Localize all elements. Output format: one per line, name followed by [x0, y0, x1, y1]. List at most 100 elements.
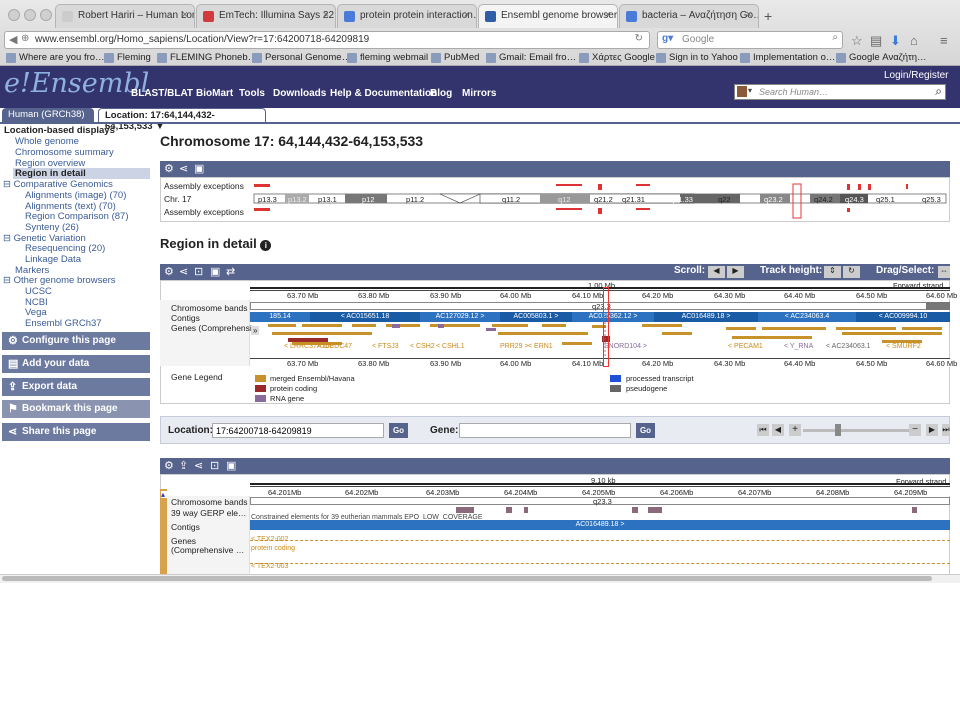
browser-tab[interactable]: bacteria – Αναζήτηση Go… ×: [619, 4, 759, 28]
expand-track-icon[interactable]: ▴: [161, 491, 167, 499]
add-data-button[interactable]: ▤ Add your data: [2, 355, 150, 373]
expand-track-icon[interactable]: »: [251, 326, 260, 335]
bookmark-page-button[interactable]: ⚑ Bookmark this page: [2, 400, 150, 418]
species-tab[interactable]: Human (GRCh38) ▼: [2, 108, 94, 131]
step-forward-icon[interactable]: ▶: [926, 424, 938, 436]
browser-tab[interactable]: Robert Hariri – Human Longev…×: [55, 4, 195, 28]
sidebar-item-whole-genome[interactable]: Whole genome: [15, 136, 79, 147]
collapse-icon[interactable]: ⊟: [3, 233, 11, 244]
dropdown-icon[interactable]: ▾: [748, 86, 752, 95]
gene-label[interactable]: < CCDC47: [318, 343, 352, 350]
sidebar-item-chromosome-summary[interactable]: Chromosome summary: [15, 147, 114, 158]
gerp-track[interactable]: [250, 506, 950, 514]
gene-label[interactable]: < CSH2: [410, 343, 435, 350]
image-export-icon[interactable]: ▣: [210, 265, 220, 278]
share-icon[interactable]: ⋖: [194, 459, 203, 472]
contig[interactable]: AC005803.1 >: [500, 312, 572, 322]
sidebar-item-synteny[interactable]: Synteny (26): [25, 222, 79, 233]
bookmark-item[interactable]: Where are you fro…: [6, 52, 105, 65]
share-icon[interactable]: ⋖: [179, 265, 188, 278]
close-tab-icon[interactable]: ×: [464, 9, 470, 21]
export-data-button[interactable]: ⇪ Export data: [2, 378, 150, 396]
bookmark-item[interactable]: Gmail: Email fro…: [486, 52, 576, 65]
close-tab-icon[interactable]: ×: [323, 9, 329, 21]
nav-blast[interactable]: BLAST/BLAT: [131, 88, 193, 99]
contig[interactable]: < AC009994.10: [856, 312, 950, 322]
contig[interactable]: < AC234063.4: [758, 312, 856, 322]
location-tab[interactable]: Location: 17:64,144,432-64,153,533 ▼: [98, 108, 266, 132]
scroll-right-button[interactable]: ▶: [727, 266, 744, 278]
close-tab-icon[interactable]: ×: [746, 9, 752, 21]
gene-label[interactable]: < TEX2-002: [251, 536, 288, 543]
home-icon[interactable]: ⌂: [910, 33, 918, 48]
gene-label[interactable]: < AC234063.1: [826, 343, 871, 350]
gear-icon[interactable]: ⚙: [164, 265, 174, 278]
back-icon[interactable]: ◀: [9, 33, 17, 46]
nav-downloads[interactable]: Downloads: [273, 88, 326, 99]
sidebar-item-linkage-data[interactable]: Linkage Data: [25, 254, 81, 265]
gene-go-button[interactable]: Go: [636, 423, 655, 438]
sidebar-item-ucsc[interactable]: UCSC: [25, 286, 52, 297]
bookmarks-icon[interactable]: ▤: [870, 33, 882, 49]
bookmark-item[interactable]: fleming webmail: [347, 52, 428, 65]
zoom-window-icon[interactable]: [40, 9, 52, 21]
gene-label[interactable]: < TEX2-003: [251, 563, 288, 570]
search-icon[interactable]: ⌕: [935, 84, 942, 99]
zoom-in-icon[interactable]: +: [789, 424, 801, 436]
gene-line[interactable]: [250, 563, 950, 564]
sidebar-item-alignments-image[interactable]: Alignments (image) (70): [25, 190, 126, 201]
resize-icon[interactable]: ⊡: [210, 459, 219, 472]
nav-biomart[interactable]: BioMart: [196, 88, 233, 99]
close-window-icon[interactable]: [8, 9, 20, 21]
sidebar-item-comparative-genomics[interactable]: ⊟ Comparative Genomics: [3, 179, 113, 190]
bookmark-item[interactable]: Sign in to Yahoo: [656, 52, 738, 65]
nav-help[interactable]: Help & Documentation: [330, 88, 437, 99]
nav-mirrors[interactable]: Mirrors: [462, 88, 496, 99]
browser-tab[interactable]: protein protein interaction… ×: [337, 4, 477, 28]
info-icon[interactable]: i: [260, 240, 272, 251]
location-input[interactable]: [212, 423, 384, 438]
contig[interactable]: 185.14: [250, 312, 310, 322]
zoom-slider[interactable]: [803, 429, 909, 432]
step-back-icon[interactable]: ◀: [772, 424, 784, 436]
gene-label[interactable]: SNORD104 >: [604, 343, 647, 350]
species-search-input[interactable]: ▾ Search Human… ⌕: [734, 84, 946, 100]
track-height-toggle[interactable]: ⇕: [824, 266, 841, 278]
sidebar-item-region-comparison[interactable]: Region Comparison (87): [25, 211, 129, 222]
close-tab-icon[interactable]: ×: [182, 9, 188, 21]
gear-icon[interactable]: ⚙: [164, 459, 174, 472]
reload-icon[interactable]: ↻: [635, 33, 643, 44]
share-icon[interactable]: ⋖: [179, 162, 188, 175]
configure-page-button[interactable]: ⚙ Configure this page: [2, 332, 150, 350]
jump-forward-icon[interactable]: ⏭: [942, 424, 950, 436]
export-icon[interactable]: ⇪: [179, 459, 188, 472]
jump-back-icon[interactable]: ⏮: [757, 424, 769, 436]
collapse-icon[interactable]: ⊟: [3, 275, 11, 286]
gene-label[interactable]: < FTSJ3: [372, 343, 399, 350]
menu-icon[interactable]: ≡: [940, 33, 948, 48]
url-input[interactable]: ◀ ⊕ www.ensembl.org/Homo_sapiens/Location/…: [4, 31, 650, 49]
bookmark-item[interactable]: Χάρτες Google: [579, 52, 655, 65]
browser-tab-active[interactable]: Ensembl genome browser… ×: [478, 4, 618, 28]
gene-label[interactable]: < SMURF2: [886, 343, 921, 350]
bookmark-item[interactable]: Fleming: [104, 52, 151, 65]
sidebar-item-resequencing[interactable]: Resequencing (20): [25, 243, 105, 254]
image-export-icon[interactable]: ▣: [194, 162, 204, 175]
scrollbar-thumb[interactable]: [2, 576, 932, 581]
download-icon[interactable]: ⬇: [890, 33, 901, 49]
contig[interactable]: < AC015651.18: [310, 312, 420, 322]
gene-label[interactable]: < CSHL1: [436, 343, 465, 350]
close-tab-icon[interactable]: ×: [605, 9, 611, 21]
nav-blog[interactable]: Blog: [430, 88, 452, 99]
scroll-left-button[interactable]: ◀: [708, 266, 725, 278]
minimize-window-icon[interactable]: [24, 9, 36, 21]
gene-label[interactable]: PRR29 >: [500, 343, 529, 350]
sidebar-item-other-browsers[interactable]: ⊟ Other genome browsers: [3, 275, 116, 286]
contig[interactable]: AC016489.18 >: [250, 520, 950, 530]
web-search-input[interactable]: g▾ Google ⌕: [657, 31, 843, 49]
gene-input[interactable]: [459, 423, 631, 438]
drag-mode-button[interactable]: ⇔: [938, 266, 950, 278]
nav-tools[interactable]: Tools: [239, 88, 265, 99]
location-go-button[interactable]: Go: [389, 423, 408, 438]
gene-label[interactable]: < Y_RNA: [784, 343, 813, 350]
